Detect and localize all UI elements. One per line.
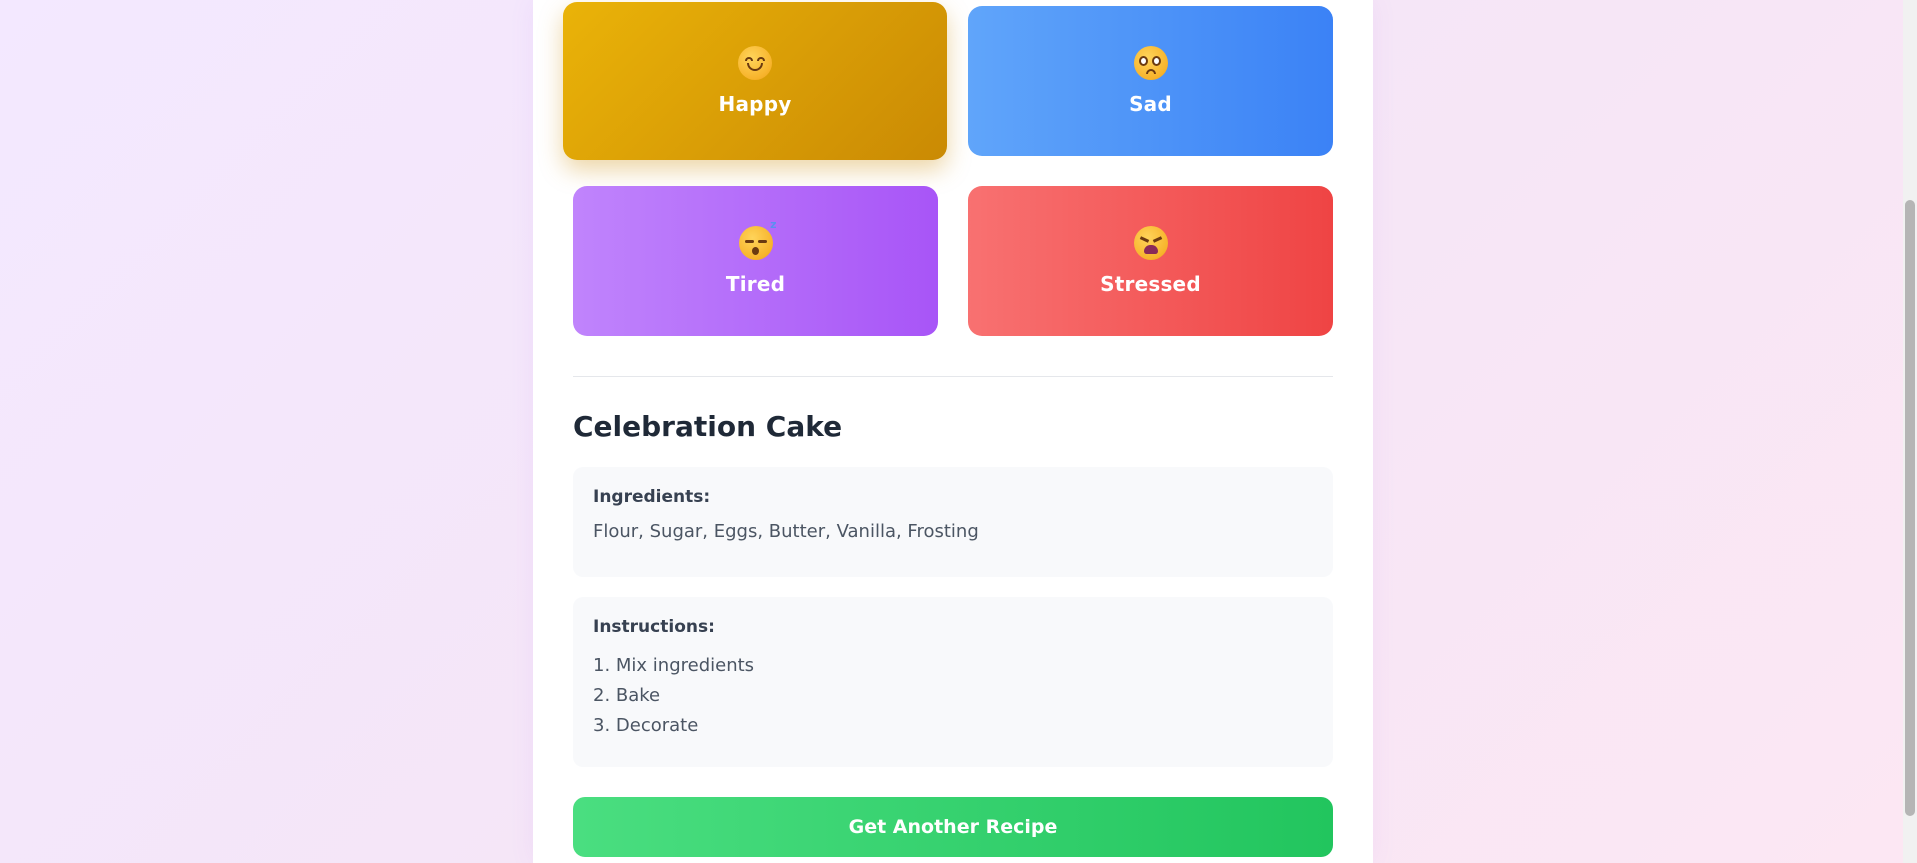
sleeping-face-icon: z bbox=[738, 218, 777, 260]
instructions-panel: Instructions: 1. Mix ingredients 2. Bake… bbox=[573, 597, 1333, 767]
mood-label-sad: Sad bbox=[1129, 92, 1172, 116]
instruction-step: 1. Mix ingredients bbox=[593, 655, 755, 676]
mood-button-tired[interactable]: z Tired bbox=[573, 186, 938, 336]
instruction-step: 3. Decorate bbox=[593, 715, 699, 736]
tired-face-icon bbox=[1133, 226, 1168, 260]
mood-label-tired: Tired bbox=[725, 272, 786, 296]
section-divider bbox=[573, 376, 1333, 377]
instructions-steps: 1. Mix ingredients 2. Bake 3. Decorate bbox=[593, 651, 1313, 741]
instructions-heading: Instructions: bbox=[593, 617, 715, 637]
mood-label-stressed: Stressed bbox=[1100, 272, 1201, 296]
smiling-face-icon bbox=[738, 46, 772, 80]
instruction-step: 2. Bake bbox=[593, 685, 661, 706]
mood-button-sad[interactable]: Sad bbox=[968, 6, 1333, 156]
ingredients-panel: Ingredients: Flour, Sugar, Eggs, Butter,… bbox=[573, 467, 1333, 577]
mood-label-happy: Happy bbox=[718, 92, 792, 116]
page-scrollbar[interactable] bbox=[1903, 0, 1917, 863]
scrollbar-thumb[interactable] bbox=[1905, 200, 1915, 816]
worried-face-icon bbox=[1133, 46, 1168, 80]
mood-button-stressed[interactable]: Stressed bbox=[968, 186, 1333, 336]
mood-button-happy[interactable]: Happy bbox=[563, 2, 947, 160]
get-another-recipe-button[interactable]: Get Another Recipe bbox=[573, 797, 1333, 857]
recipe-title: Celebration Cake bbox=[573, 410, 843, 443]
ingredients-heading: Ingredients: bbox=[593, 487, 711, 507]
ingredients-list: Flour, Sugar, Eggs, Butter, Vanilla, Fro… bbox=[593, 521, 979, 542]
